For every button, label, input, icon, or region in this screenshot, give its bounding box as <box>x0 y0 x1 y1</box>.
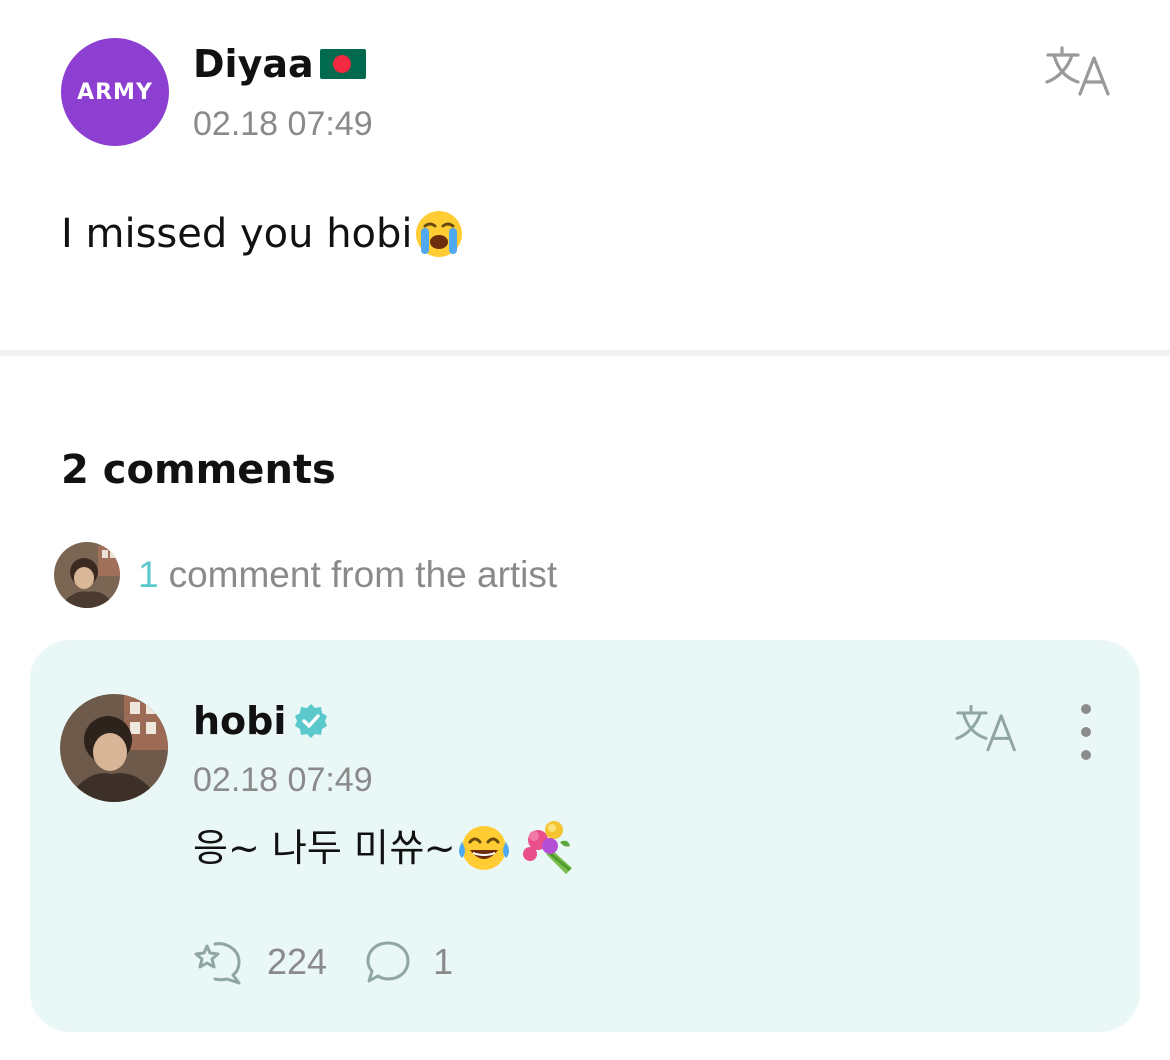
artist-comment-text-content: 응~ 나두 미쓔~ <box>193 826 456 870</box>
post-author-name[interactable]: Diyaa <box>193 42 314 86</box>
artist-name-row: hobi <box>193 698 330 744</box>
post-text-content: I missed you hobi <box>61 211 413 257</box>
loudly-crying-face-icon <box>415 211 462 257</box>
artist-comment-timestamp: 02.18 07:49 <box>193 761 373 799</box>
artist-comment-text: 응~ 나두 미쓔~ <box>193 820 580 876</box>
artist-comments-summary[interactable]: 1 comment from the artist <box>54 542 557 608</box>
more-options-button[interactable] <box>1068 704 1104 760</box>
bouquet-icon <box>522 821 572 874</box>
artist-comment-count: 1 <box>138 554 159 595</box>
face-with-tears-of-joy-icon <box>458 826 509 870</box>
artist-comment-label: comment from the artist <box>168 554 558 595</box>
more-dot-icon <box>1081 750 1091 760</box>
reply-count: 1 <box>433 941 454 982</box>
reaction-count: 224 <box>267 941 328 982</box>
author-avatar[interactable]: ARMY <box>61 38 169 146</box>
bangladesh-flag-icon <box>319 49 366 79</box>
more-dot-icon <box>1081 704 1091 714</box>
post-timestamp: 02.18 07:49 <box>193 105 373 143</box>
verified-badge-icon <box>295 704 328 738</box>
section-divider <box>0 350 1170 356</box>
translate-button[interactable] <box>1044 44 1114 100</box>
reply-button[interactable]: 1 <box>365 939 453 985</box>
artist-avatar[interactable] <box>60 694 168 802</box>
comment-bubble-icon <box>366 941 410 983</box>
reaction-button[interactable]: 224 <box>193 938 327 986</box>
post-text: I missed you hobi <box>61 206 465 262</box>
author-avatar-text: ARMY <box>77 79 153 105</box>
more-dot-icon <box>1081 727 1091 737</box>
artist-name[interactable]: hobi <box>193 698 286 744</box>
comments-count-heading: 2 comments <box>61 447 336 493</box>
translate-icon <box>955 704 1016 752</box>
artist-mini-avatar <box>54 542 120 608</box>
artist-comment-card: hobi 02.18 07:49 응~ 나두 미쓔~ 224 1 <box>30 640 1140 1032</box>
post-author-row: Diyaa <box>193 42 366 86</box>
translate-icon <box>1045 46 1110 96</box>
comment-actions: 224 1 <box>193 938 453 986</box>
comment-translate-button[interactable] <box>954 702 1020 756</box>
star-bubble-icon <box>194 942 241 985</box>
post: ARMY Diyaa 02.18 07:49 I missed you hobi <box>0 0 1170 352</box>
